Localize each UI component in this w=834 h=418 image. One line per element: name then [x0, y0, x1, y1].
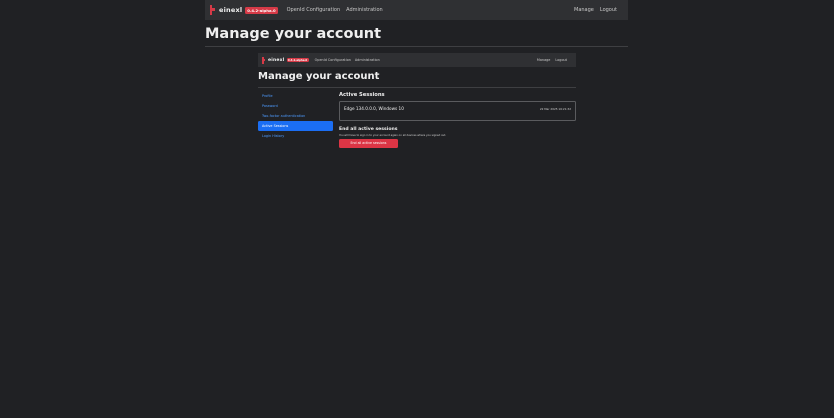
inner-brand-name: einexl: [268, 57, 285, 63]
inner-navbar: einexl 0.4.2-alpha.0 OpenId Configuratio…: [258, 53, 576, 67]
end-all-sessions-button[interactable]: End all active sessions: [339, 139, 398, 148]
brand-name: einexl: [219, 6, 243, 14]
active-sessions-heading: Active Sessions: [339, 92, 385, 98]
sidebar-item-password[interactable]: Password: [258, 101, 333, 111]
session-device: Edge 134.0.0.0, Windows 10: [344, 106, 404, 111]
session-timestamp: 22 Mar 2025 16:21:32: [539, 107, 571, 111]
inner-nav-link-openid-configuration[interactable]: OpenId Configuration: [315, 58, 351, 62]
inner-logo[interactable]: einexl 0.4.2-alpha.0: [261, 56, 309, 64]
nav-link-administration[interactable]: Administration: [346, 7, 383, 13]
inner-nav-link-administration[interactable]: Administration: [355, 58, 380, 62]
nav-link-openid-configuration[interactable]: OpenId Configuration: [287, 7, 341, 13]
end-all-sessions-description: You will have to sign in to your account…: [339, 134, 447, 137]
version-badge: 0.4.2-alpha.0: [245, 6, 278, 14]
nav-link-manage[interactable]: Manage: [574, 7, 594, 13]
divider: [205, 45, 628, 47]
logo-icon: [209, 5, 216, 15]
sidebar-item-login-history[interactable]: Login History: [258, 131, 333, 141]
inner-page-title: Manage your account: [258, 71, 380, 82]
end-all-sessions-heading: End all active sessions: [339, 127, 398, 132]
sidebar-item-two-factor-authentication[interactable]: Two-factor authentication: [258, 111, 333, 121]
sidebar-item-active-sessions[interactable]: Active Sessions: [258, 121, 333, 131]
sidebar-item-profile[interactable]: Profile: [258, 91, 333, 101]
page-title: Manage your account: [205, 26, 382, 42]
inner-logo-icon: [261, 56, 266, 64]
inner-version-badge: 0.4.2-alpha.0: [286, 57, 309, 63]
inner-nav-link-logout[interactable]: Logout: [555, 58, 567, 62]
top-navbar: einexl 0.4.2-alpha.0 OpenId Configuratio…: [205, 0, 628, 20]
main-content: Active Sessions Edge 134.0.0.0, Windows …: [339, 91, 576, 148]
account-sidebar: Profile Password Two-factor authenticati…: [258, 91, 333, 141]
inner-divider: [258, 86, 576, 88]
nav-link-logout[interactable]: Logout: [600, 7, 617, 13]
logo[interactable]: einexl 0.4.2-alpha.0: [209, 5, 278, 15]
session-card: Edge 134.0.0.0, Windows 10 22 Mar 2025 1…: [339, 101, 576, 121]
inner-nav-link-manage[interactable]: Manage: [537, 58, 550, 62]
